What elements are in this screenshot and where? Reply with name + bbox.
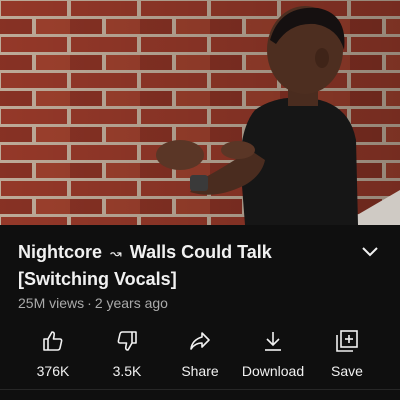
video-info: Nightcore ↝ Walls Could Talk [Switching … [0, 225, 400, 400]
dislike-button[interactable]: 3.5K [92, 325, 162, 383]
chevron-down-icon[interactable] [360, 241, 380, 261]
video-meta: 25M views · 2 years ago [18, 295, 168, 311]
download-icon [265, 332, 281, 351]
divider [0, 389, 400, 390]
save-button[interactable]: Save [312, 325, 382, 383]
download-label: Download [241, 363, 305, 379]
thumbs-up-icon [43, 331, 63, 351]
like-button[interactable]: 376K [18, 325, 88, 383]
thumbs-down-icon [117, 331, 137, 351]
save-label: Save [331, 363, 363, 379]
video-title-left: Nightcore [18, 242, 103, 262]
video-player[interactable] [0, 0, 400, 225]
upload-age: 2 years ago [94, 295, 168, 311]
meta-separator: · [87, 295, 92, 311]
like-count: 376K [36, 363, 70, 379]
view-count: 25M views [18, 295, 85, 311]
share-icon [190, 332, 210, 350]
add-to-playlist-icon [336, 330, 358, 352]
action-bar: 376K 3.5K Share Download Save [0, 325, 400, 385]
download-button[interactable]: Download [238, 325, 308, 383]
dislike-count: 3.5K [112, 363, 142, 379]
share-label: Share [181, 363, 219, 379]
share-button[interactable]: Share [165, 325, 235, 383]
video-title[interactable]: Nightcore ↝ Walls Could Talk [Switching … [18, 239, 353, 292]
video-frame-image [0, 0, 400, 225]
title-symbol: ↝ [110, 245, 122, 261]
